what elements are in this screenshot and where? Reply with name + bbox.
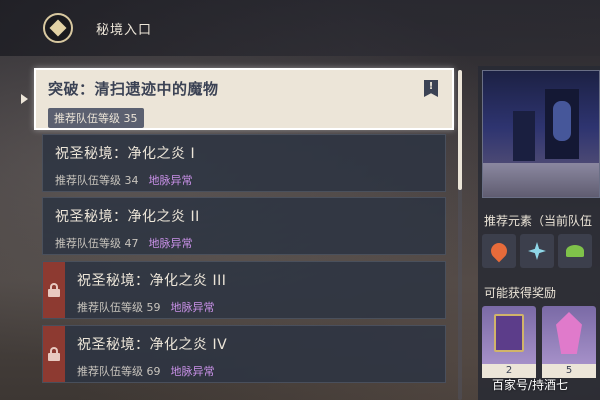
page-title: 秘境入口 [96, 23, 153, 38]
crystal-icon [556, 312, 582, 354]
ley-line-badge: 地脉异常 [148, 237, 193, 250]
domain-title: 祝圣秘境：净化之炎 III [77, 273, 227, 289]
domain-detail-panel: 推荐元素（当前队伍 可能获得奖励 2 5 [478, 66, 600, 400]
lock-strip [43, 262, 65, 318]
domain-card-locked[interactable]: 祝圣秘境：净化之炎 IV 推荐队伍等级 69 地脉异常 [42, 325, 446, 383]
reward-list: 2 5 [482, 306, 596, 378]
book-icon [494, 314, 524, 352]
list-scrollbar[interactable] [458, 70, 462, 400]
top-bar: 秘境入口 [0, 0, 600, 56]
selection-arrow-icon [21, 94, 28, 104]
dendro-icon[interactable] [558, 234, 592, 268]
ley-line-badge: 地脉异常 [170, 365, 215, 378]
recommended-elements-label: 推荐元素（当前队伍 [484, 214, 593, 228]
domain-card[interactable]: 祝圣秘境：净化之炎 II 推荐队伍等级 47 地脉异常 [42, 197, 446, 255]
domain-list: 突破：清扫遗迹中的魔物 推荐队伍等级 35 ! 祝圣秘境：净化之炎 I 推荐队伍… [0, 56, 470, 400]
recommended-level: 推荐队伍等级 35 [48, 108, 144, 128]
domain-title: 祝圣秘境：净化之炎 IV [77, 337, 228, 353]
pyro-icon[interactable] [482, 234, 516, 268]
reward-item[interactable]: 2 [482, 306, 536, 378]
element-list [482, 234, 592, 268]
domain-emblem-icon [40, 10, 76, 46]
lock-icon [48, 347, 60, 361]
watermark: 百家号/持酒七 [492, 378, 569, 392]
domain-title: 祝圣秘境：净化之炎 II [55, 209, 200, 225]
domain-title: 突破：清扫遗迹中的魔物 [48, 80, 219, 98]
cryo-icon[interactable] [520, 234, 554, 268]
lock-icon [48, 283, 60, 297]
recommended-level: 推荐队伍等级 34 [55, 174, 139, 187]
scrollbar-thumb[interactable] [458, 70, 462, 190]
domain-title: 祝圣秘境：净化之炎 I [55, 146, 196, 162]
recommended-level: 推荐队伍等级 69 [77, 365, 161, 378]
reward-item[interactable]: 5 [542, 306, 596, 378]
domain-card-locked[interactable]: 祝圣秘境：净化之炎 III 推荐队伍等级 59 地脉异常 [42, 261, 446, 319]
recommended-level: 推荐队伍等级 59 [77, 301, 161, 314]
domain-card[interactable]: 祝圣秘境：净化之炎 I 推荐队伍等级 34 地脉异常 [42, 134, 446, 192]
ley-line-badge: 地脉异常 [170, 301, 215, 314]
rewards-label: 可能获得奖励 [484, 286, 557, 300]
recommended-level: 推荐队伍等级 47 [55, 237, 139, 250]
domain-preview-image [482, 70, 600, 198]
lock-strip [43, 326, 65, 382]
ley-line-badge: 地脉异常 [148, 174, 193, 187]
domain-card-selected[interactable]: 突破：清扫遗迹中的魔物 推荐队伍等级 35 ! [34, 68, 454, 130]
